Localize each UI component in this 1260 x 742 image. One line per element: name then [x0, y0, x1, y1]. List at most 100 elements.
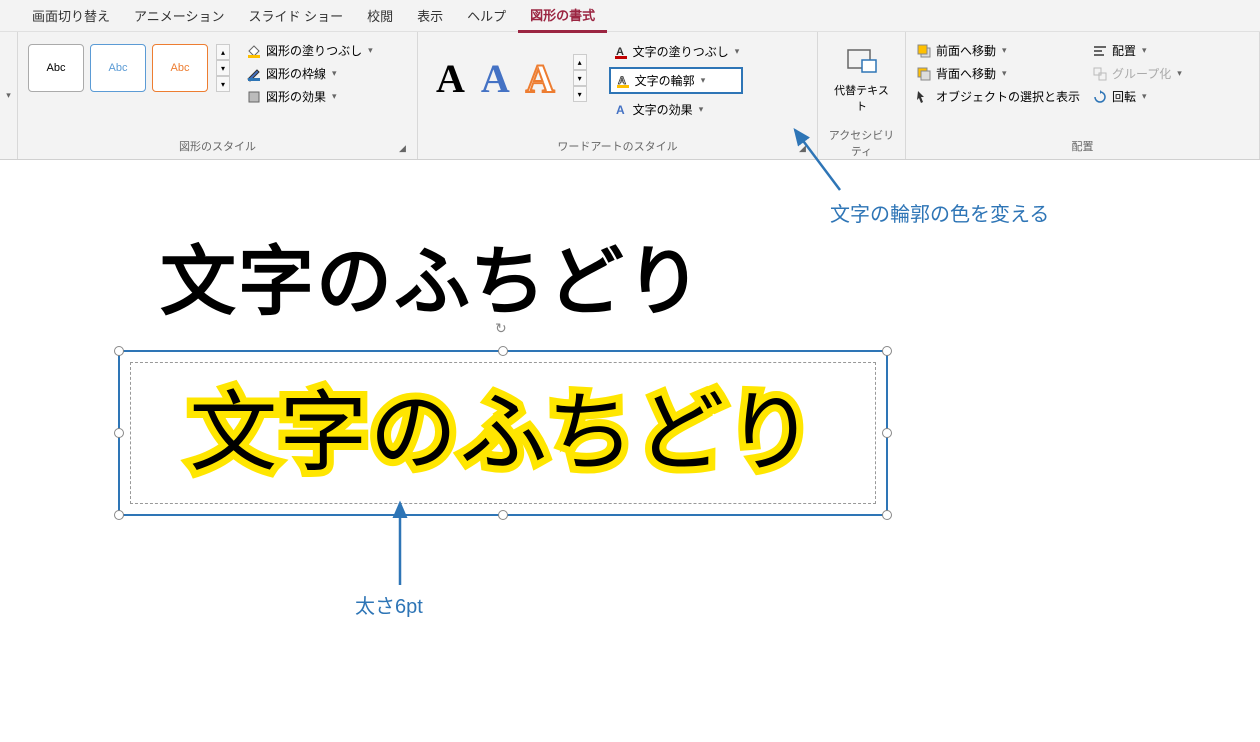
shape-style-preset-3[interactable]: Abc	[152, 44, 208, 92]
tab-shape-format[interactable]: 図形の書式	[518, 0, 607, 33]
group-accessibility: 代替テキスト アクセシビリティ	[818, 32, 906, 159]
group-arrange: 前面へ移動 ▾ 背面へ移動 ▾ オブジェクトの選択と	[906, 32, 1260, 159]
tab-slideshow[interactable]: スライド ショー	[237, 0, 356, 31]
resize-handle[interactable]	[882, 346, 892, 356]
rotate-label: 回転	[1112, 88, 1136, 105]
gallery-up-icon[interactable]: ▴	[573, 54, 587, 70]
gallery-more-icon[interactable]: ▾	[216, 76, 230, 92]
chevron-down-icon: ▾	[368, 45, 373, 56]
shape-fill-label: 図形の塗りつぶし	[266, 42, 362, 59]
gallery-more-icon[interactable]: ▾	[573, 86, 587, 102]
group-label-arrange: 配置	[912, 135, 1253, 157]
group-icon	[1092, 66, 1108, 82]
ribbon-collapse[interactable]: ▾	[0, 32, 18, 159]
align-button[interactable]: 配置 ▾	[1092, 42, 1182, 59]
chevron-down-icon: ▾	[1177, 68, 1182, 79]
group-wordart-styles: A A A ▴ ▾ ▾ A 文字の塗りつぶし ▾	[418, 32, 818, 159]
text-outline-button[interactable]: A 文字の輪郭 ▾	[609, 67, 744, 94]
resize-handle[interactable]	[114, 428, 124, 438]
paint-bucket-icon	[246, 43, 262, 59]
text-outline-label: 文字の輪郭	[635, 72, 695, 89]
selection-pane-icon	[916, 89, 932, 105]
selection-pane-button[interactable]: オブジェクトの選択と表示	[916, 88, 1080, 105]
text-fill-icon: A	[613, 44, 629, 60]
text-outline-icon: A	[615, 73, 631, 89]
chevron-down-icon: ▾	[1142, 91, 1147, 102]
chevron-down-icon: ▾	[1142, 45, 1147, 56]
svg-text:A: A	[616, 103, 625, 117]
send-backward-button[interactable]: 背面へ移動 ▾	[916, 65, 1080, 82]
shape-effects-label: 図形の効果	[266, 88, 326, 105]
resize-handle[interactable]	[114, 346, 124, 356]
shape-fill-button[interactable]: 図形の塗りつぶし ▾	[246, 42, 373, 59]
gallery-down-icon[interactable]: ▾	[216, 60, 230, 76]
tab-help[interactable]: ヘルプ	[455, 0, 518, 31]
wordart-preset-3[interactable]: A	[526, 55, 555, 102]
group-label-wordart: ワードアートのスタイル	[424, 135, 811, 157]
dialog-launcher-icon[interactable]: ◢	[399, 143, 411, 155]
annotation-thickness: 太さ6pt	[355, 590, 423, 619]
shape-outline-label: 図形の枠線	[266, 65, 326, 82]
wordart-preset-1[interactable]: A	[436, 55, 465, 102]
chevron-down-icon: ▾	[332, 68, 337, 79]
rotate-handle-icon[interactable]: ↻	[495, 320, 511, 336]
resize-handle[interactable]	[498, 510, 508, 520]
rotate-icon	[1092, 89, 1108, 105]
text-effects-button[interactable]: A 文字の効果 ▾	[609, 98, 744, 121]
alt-text-icon	[844, 46, 880, 78]
group-label-shape-styles: 図形のスタイル	[24, 135, 411, 157]
gallery-up-icon[interactable]: ▴	[216, 44, 230, 60]
chevron-down-icon: ▾	[735, 46, 740, 57]
bring-forward-label: 前面へ移動	[936, 42, 996, 59]
shape-outline-button[interactable]: 図形の枠線 ▾	[246, 65, 373, 82]
selected-textbox[interactable]: ↻ 文字のふちどり 文字のふちどり	[118, 350, 888, 516]
text-effects-icon: A	[613, 102, 629, 118]
resize-handle[interactable]	[114, 510, 124, 520]
chevron-down-icon: ▾	[699, 104, 704, 115]
tab-review[interactable]: 校閲	[355, 0, 405, 31]
pen-icon	[246, 66, 262, 82]
bring-forward-button[interactable]: 前面へ移動 ▾	[916, 42, 1080, 59]
tab-transitions[interactable]: 画面切り替え	[20, 0, 122, 31]
group-objects-button[interactable]: グループ化 ▾	[1092, 65, 1182, 82]
resize-handle[interactable]	[882, 428, 892, 438]
ribbon-tabs: 画面切り替え アニメーション スライド ショー 校閲 表示 ヘルプ 図形の書式	[0, 0, 1260, 32]
wordart-gallery[interactable]: A A A ▴ ▾ ▾	[424, 36, 599, 120]
chevron-down-icon: ▾	[332, 91, 337, 102]
align-label: 配置	[1112, 42, 1136, 59]
group-label-accessibility: アクセシビリティ	[824, 124, 899, 162]
align-icon	[1092, 43, 1108, 59]
ribbon: ▾ Abc Abc Abc ▴ ▾ ▾ 図形の塗りつぶし ▾	[0, 32, 1260, 160]
group-shape-styles: Abc Abc Abc ▴ ▾ ▾ 図形の塗りつぶし ▾	[18, 32, 418, 159]
rotate-button[interactable]: 回転 ▾	[1092, 88, 1182, 105]
bring-forward-icon	[916, 43, 932, 59]
gallery-down-icon[interactable]: ▾	[573, 70, 587, 86]
dialog-launcher-icon[interactable]: ◢	[799, 143, 811, 155]
resize-handle[interactable]	[882, 510, 892, 520]
send-backward-icon	[916, 66, 932, 82]
wordart-preset-2[interactable]: A	[481, 55, 510, 102]
group-objects-label: グループ化	[1112, 65, 1171, 82]
slide-canvas[interactable]: 文字の輪郭の色を変える 文字のふちどり ↻ 文字のふちどり 文字のふちどり 太さ…	[0, 160, 1260, 742]
alt-text-button[interactable]: 代替テキスト	[824, 36, 899, 124]
selection-pane-label: オブジェクトの選択と表示	[936, 88, 1080, 105]
tab-animations[interactable]: アニメーション	[122, 0, 236, 31]
outlined-text[interactable]: 文字のふちどり 文字のふちどり	[189, 389, 816, 477]
shape-style-preset-1[interactable]: Abc	[28, 44, 84, 92]
text-fill-button[interactable]: A 文字の塗りつぶし ▾	[609, 40, 744, 63]
text-fill-label: 文字の塗りつぶし	[633, 43, 729, 60]
text-effects-label: 文字の効果	[633, 101, 693, 118]
shape-effects-button[interactable]: 図形の効果 ▾	[246, 88, 373, 105]
effects-icon	[246, 89, 262, 105]
chevron-down-icon: ▾	[1002, 45, 1007, 56]
tab-view[interactable]: 表示	[405, 0, 455, 31]
annotation-outline-color: 文字の輪郭の色を変える	[830, 198, 1049, 227]
alt-text-label: 代替テキスト	[832, 82, 891, 114]
slide-title-text[interactable]: 文字のふちどり	[160, 220, 704, 330]
resize-handle[interactable]	[498, 346, 508, 356]
shape-style-gallery[interactable]: Abc Abc Abc ▴ ▾ ▾	[24, 36, 234, 100]
shape-style-preset-2[interactable]: Abc	[90, 44, 146, 92]
chevron-down-icon: ▾	[1002, 68, 1007, 79]
send-backward-label: 背面へ移動	[936, 65, 996, 82]
chevron-down-icon: ▾	[701, 75, 706, 86]
